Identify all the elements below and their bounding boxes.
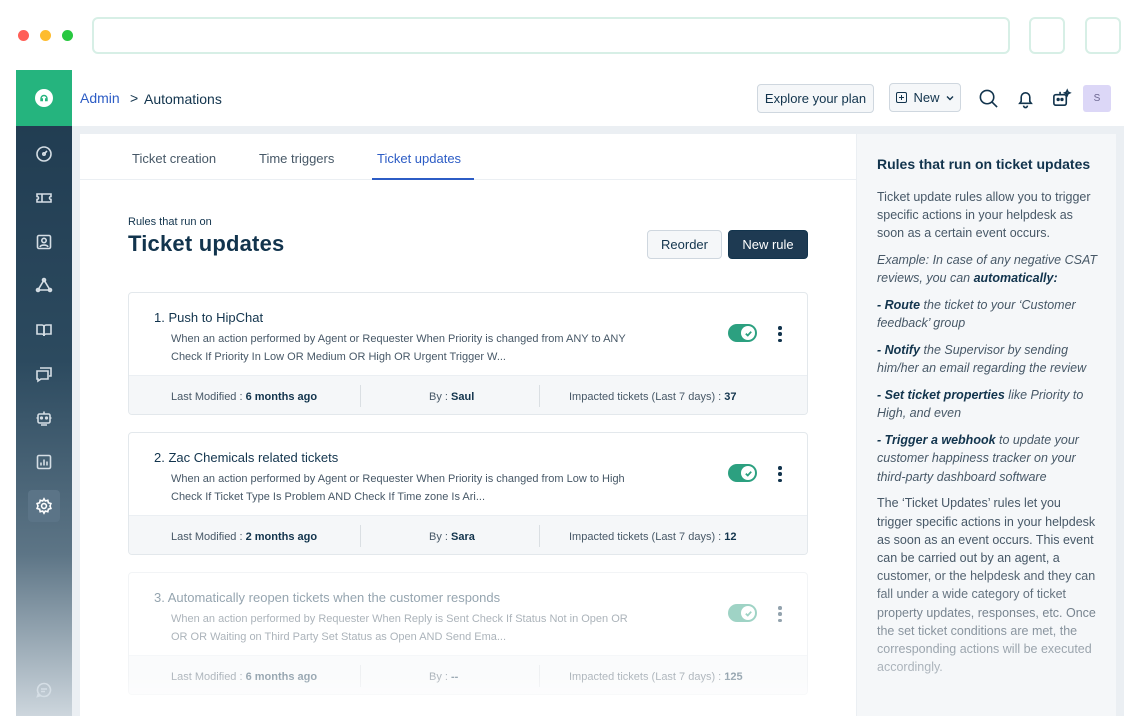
forums-icon[interactable] [28,358,60,390]
page-breadcrumb-title: Automations [144,91,222,107]
close-window-button[interactable] [18,30,29,41]
footer-divider [539,385,540,407]
new-button-label: New [913,90,940,105]
footer-divider [539,525,540,547]
info-intro: Ticket update rules allow you to trigger… [877,190,1091,241]
chat-icon[interactable] [28,674,60,706]
more-options-icon[interactable] [775,465,785,483]
contacts-icon[interactable] [28,226,60,258]
info-example: Example: In case of any negative CSAT re… [877,253,1098,286]
reports-icon[interactable] [28,446,60,478]
tab-bar: Ticket creation Time triggers Ticket upd… [80,134,856,180]
app-window: Admin > Automations Explore your plan Ne… [16,70,1124,716]
notification-bell-icon[interactable] [1013,86,1037,110]
browser-action-button[interactable] [1029,17,1065,54]
rule-footer: Last Modified : 2 months ago By : Sara I… [129,515,807,554]
rule-card[interactable]: 2. Zac Chemicals related tickets When an… [128,432,808,555]
dashboard-icon[interactable] [28,138,60,170]
more-options-icon[interactable] [775,605,785,623]
tab-time-triggers[interactable]: Time triggers [259,151,334,166]
new-rule-button[interactable]: New rule [728,230,808,259]
browser-menu-button[interactable] [1085,17,1121,54]
sidebar [16,70,72,716]
rule-title[interactable]: 3. Automatically reopen tickets when the… [154,590,500,605]
page-title: Ticket updates [128,231,285,256]
rule-enabled-toggle[interactable] [728,464,757,482]
impacted-tickets: Impacted tickets (Last 7 days) : 37 [569,391,737,403]
tab-ticket-updates[interactable]: Ticket updates [377,151,461,166]
minimize-window-button[interactable] [40,30,51,41]
new-dropdown-button[interactable]: New [889,83,961,112]
footer-divider [360,385,361,407]
rule-enabled-toggle[interactable] [728,604,757,622]
info-bullet: - Notify the Supervisor by sending him/h… [877,343,1087,376]
info-bullet: - Route the ticket to your ‘Customer fee… [877,298,1076,331]
tickets-icon[interactable] [28,182,60,214]
modified-by: By : Sara [429,531,475,543]
info-panel: Rules that run on ticket updates Ticket … [857,134,1116,716]
check-icon [741,466,755,480]
last-modified: Last Modified : 2 months ago [171,531,318,543]
avatar[interactable]: S [1083,85,1111,112]
rule-card[interactable]: 1. Push to HipChat When an action perfor… [128,292,808,415]
rule-description-line: Check If Ticket Type Is Problem AND Chec… [171,491,486,503]
logo-icon [35,89,53,107]
active-tab-indicator [372,178,474,180]
rule-description-line: When an action performed by Requester Wh… [171,613,628,625]
maximize-window-button[interactable] [62,30,73,41]
footer-divider [360,525,361,547]
bot-icon[interactable] [28,402,60,434]
breadcrumb-separator: > [130,90,139,106]
check-icon [741,606,755,620]
rule-description-line: When an action performed by Agent or Req… [171,333,626,345]
main-panel: Ticket creation Time triggers Ticket upd… [80,134,856,716]
rule-description-line: When an action performed by Agent or Req… [171,473,625,485]
info-scroll-fade [857,564,1116,716]
scroll-fade [80,674,856,716]
page-subtitle: Rules that run on [128,216,212,228]
admin-gear-icon[interactable] [28,490,60,522]
tab-ticket-creation[interactable]: Ticket creation [132,151,216,166]
last-modified: Last Modified : 6 months ago [171,391,318,403]
explore-plan-button[interactable]: Explore your plan [757,84,874,113]
rule-footer: Last Modified : 6 months ago By : Saul I… [129,375,807,414]
chevron-down-icon [946,95,953,100]
browser-chrome [0,0,1140,70]
logo[interactable] [16,70,72,126]
rule-description-line: OR OR Waiting on Third Party Set Status … [171,631,507,643]
address-bar[interactable] [92,17,1010,54]
ai-assist-icon[interactable] [1049,86,1073,110]
groups-icon[interactable] [28,270,60,302]
search-icon[interactable] [976,86,1000,110]
reorder-button[interactable]: Reorder [647,230,722,259]
rule-description: When an action performed by Agent or Req… [171,330,691,366]
rule-description: When an action performed by Agent or Req… [171,470,691,506]
rule-title[interactable]: 2. Zac Chemicals related tickets [154,450,338,465]
info-bullet: - Trigger a webhook to update your custo… [877,433,1079,484]
more-options-icon[interactable] [775,325,785,343]
rule-title[interactable]: 1. Push to HipChat [154,310,263,325]
top-header: Admin > Automations Explore your plan Ne… [72,70,1124,126]
impacted-tickets: Impacted tickets (Last 7 days) : 12 [569,531,737,543]
breadcrumb-admin-link[interactable]: Admin [80,90,120,106]
solutions-icon[interactable] [28,314,60,346]
info-bullet: - Set ticket properties like Priority to… [877,388,1084,421]
check-icon [741,326,755,340]
rule-description-line: Check If Priority In Low OR Medium OR Hi… [171,351,506,363]
modified-by: By : Saul [429,391,475,403]
info-panel-title: Rules that run on ticket updates [877,156,1091,172]
plus-icon [896,92,908,103]
rule-enabled-toggle[interactable] [728,324,757,342]
rule-description: When an action performed by Requester Wh… [171,610,691,646]
